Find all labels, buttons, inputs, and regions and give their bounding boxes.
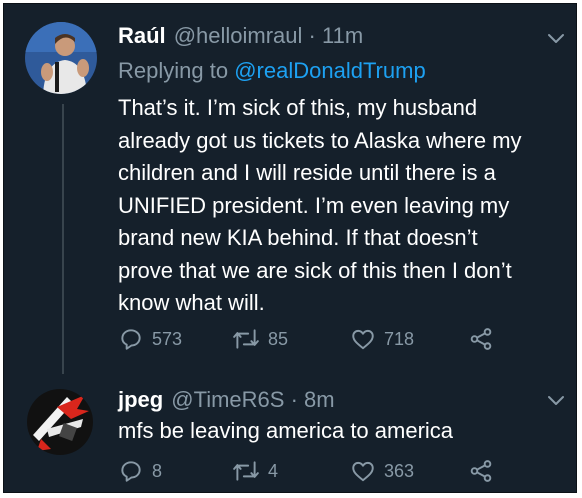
reply-count: 573	[152, 328, 183, 349]
thread-line	[62, 104, 64, 374]
tweet-text-line: children and I will reside until there i…	[118, 160, 496, 185]
tweet-text-line: That’s it. I’m sick of this, my husband	[118, 95, 478, 120]
share-button[interactable]	[468, 326, 494, 352]
tweet-1[interactable]: Raúl @helloimraul · 11m Replying to @real…	[4, 4, 576, 374]
retweet-icon	[233, 329, 259, 349]
reply-icon	[121, 461, 141, 482]
replying-to: Replying to @realDonaldTrump	[118, 58, 426, 84]
tweet-actions: 8 4 363	[118, 458, 558, 488]
separator: ·	[290, 387, 298, 412]
share-icon	[470, 460, 492, 482]
avatar[interactable]	[27, 389, 93, 455]
tweet-text-line: know what will.	[118, 290, 265, 315]
retweet-icon	[233, 461, 259, 481]
share-icon	[470, 328, 492, 350]
like-count: 363	[384, 460, 415, 481]
chevron-down-icon[interactable]	[546, 394, 566, 408]
replying-to-label: Replying to	[118, 58, 229, 83]
share-button[interactable]	[468, 458, 494, 484]
tweet-header: Raúl @helloimraul · 11m	[118, 23, 363, 49]
retweet-button[interactable]: 85	[232, 326, 288, 352]
reply-button[interactable]: 8	[118, 458, 162, 484]
tweet-2[interactable]: jpeg @TimeR6S · 8m mfs be leaving america…	[4, 374, 576, 494]
reply-button[interactable]: 573	[118, 326, 182, 352]
mention-link[interactable]: @realDonaldTrump	[234, 58, 425, 83]
tweet-text: That’s it. I’m sick of this, my husband …	[118, 92, 522, 320]
avatar-image	[27, 389, 93, 455]
tweet-text-line: UNIFIED president. I’m even leaving my	[118, 192, 510, 218]
avatar[interactable]	[25, 22, 97, 94]
like-button[interactable]: 718	[350, 326, 414, 352]
retweet-button[interactable]: 4	[232, 458, 278, 484]
reply-icon	[121, 329, 141, 350]
separator: ·	[308, 23, 316, 48]
retweet-count: 85	[268, 328, 289, 349]
tweet-actions: 573 85 718	[118, 326, 558, 356]
timestamp[interactable]: 8m	[304, 387, 335, 412]
display-name[interactable]: jpeg	[118, 387, 163, 412]
handle[interactable]: @TimeR6S	[171, 387, 284, 412]
tweet-text-line: mfs be leaving america to america	[118, 418, 454, 443]
tweet-text-line: brand new KIA behind. If that doesn’t	[118, 225, 478, 250]
tweet-text: mfs be leaving america to america	[118, 415, 453, 448]
like-icon	[352, 461, 374, 482]
chevron-down-icon[interactable]	[546, 32, 566, 46]
like-button[interactable]: 363	[350, 458, 414, 484]
tweet-header: jpeg @TimeR6S · 8m	[118, 387, 335, 413]
tweet-text-line: already got us tickets to Alaska where m…	[118, 127, 522, 153]
tweet-thread: Raúl @helloimraul · 11m Replying to @real…	[3, 3, 577, 493]
like-count: 718	[384, 328, 415, 349]
like-icon	[352, 329, 374, 350]
display-name[interactable]: Raúl	[118, 23, 166, 48]
avatar-image	[25, 22, 97, 94]
reply-count: 8	[152, 460, 163, 481]
handle[interactable]: @helloimraul	[174, 23, 303, 48]
tweet-text-line: prove that we are sick of this then I do…	[118, 257, 512, 283]
retweet-count: 4	[268, 460, 279, 481]
timestamp[interactable]: 11m	[322, 23, 363, 48]
